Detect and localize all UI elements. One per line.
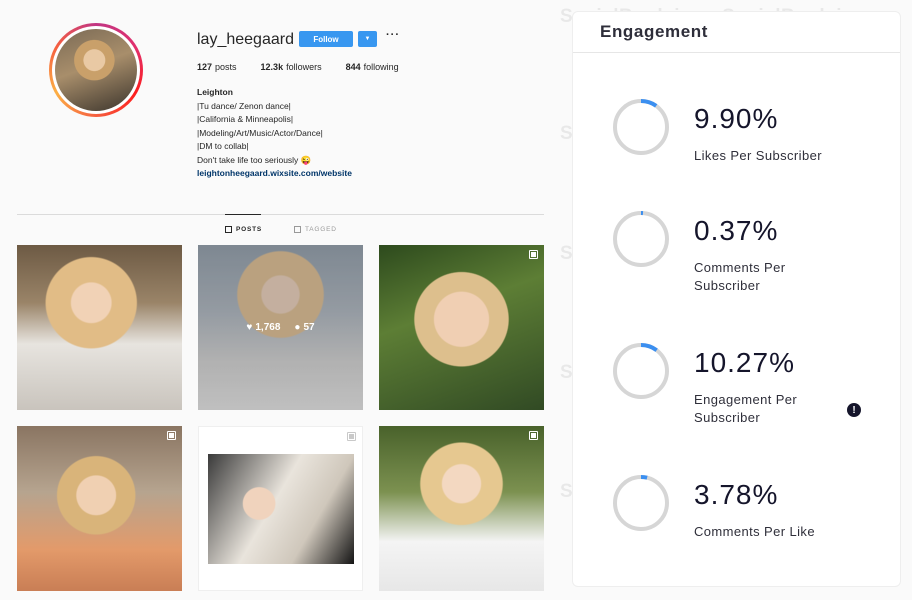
bio-line: |Modeling/Art/Music/Actor/Dance| [197, 127, 323, 138]
ring-track [613, 343, 669, 399]
ring-track [613, 475, 669, 531]
engagement-card: Engagement 9.90% Likes Per Subscriber 0.… [572, 11, 901, 587]
post-photo [208, 454, 354, 564]
progress-ring [612, 210, 670, 268]
grid-icon [225, 226, 232, 233]
tabs-divider [17, 214, 544, 215]
chevron-down-icon: ▼ [364, 36, 371, 42]
bio-line: |Tu dance/ Zenon dance| [197, 100, 291, 111]
following-stat[interactable]: 844 following [346, 62, 399, 72]
profile-bio: Leighton |Tu dance/ Zenon dance| |Califo… [197, 86, 352, 181]
bio-website-link[interactable]: leightonheegaard.wixsite.com/website [197, 167, 352, 181]
tab-tagged[interactable]: TAGGED [294, 226, 337, 233]
progress-ring [612, 342, 670, 400]
post-thumbnail[interactable]: ♥ 1,768 ● 57 [198, 245, 363, 410]
metric-label: Comments Per Like [694, 524, 815, 539]
likes-count: 1,768 [255, 322, 281, 333]
carousel-icon [347, 432, 356, 441]
bio-name: Leighton [197, 87, 233, 97]
metric-label: Comments Per Subscriber [694, 260, 786, 293]
suggestions-dropdown-button[interactable]: ▼ [358, 31, 377, 47]
bio-line: Don't take life too seriously 😜 [197, 154, 312, 165]
carousel-icon [529, 431, 538, 440]
metric-value: 10.27% [694, 347, 795, 378]
progress-ring [612, 98, 670, 156]
posts-stat: 127 posts [197, 62, 237, 72]
post-thumbnail[interactable] [379, 245, 544, 410]
instagram-profile: lay_heegaard Follow ▼ ··· 127 posts 12.3k… [0, 0, 560, 600]
post-hover-overlay: ♥ 1,768 ● 57 [198, 245, 363, 410]
engagement-title: Engagement [600, 22, 709, 41]
profile-stats: 127 posts 12.3k followers 844 following [197, 62, 399, 72]
metric-label: Likes Per Subscriber [694, 148, 822, 163]
metric-value: 0.37% [694, 215, 779, 246]
bio-line: |DM to collab| [197, 141, 249, 151]
ring-track [613, 99, 669, 155]
exclamation-info-icon[interactable]: ! [847, 403, 861, 417]
carousel-icon [167, 431, 176, 440]
comments-count: 57 [303, 322, 315, 333]
post-thumbnail[interactable] [198, 426, 363, 591]
post-thumbnail[interactable] [17, 426, 182, 591]
bio-line: |California & Minneapolis| [197, 114, 294, 124]
card-divider [573, 52, 900, 53]
tag-icon [294, 226, 301, 233]
more-options-icon[interactable]: ··· [386, 29, 400, 41]
comment-icon: ● [294, 322, 301, 333]
metric-value: 3.78% [694, 479, 779, 510]
active-tab-indicator [225, 214, 261, 215]
post-thumbnail[interactable] [17, 245, 182, 410]
heart-icon: ♥ [246, 322, 253, 333]
progress-ring [612, 474, 670, 532]
ring-track [613, 211, 669, 267]
metric-value: 9.90% [694, 103, 779, 134]
metric-label: Engagement Per Subscriber [694, 392, 798, 425]
avatar-photo [55, 29, 137, 111]
tab-posts[interactable]: POSTS [225, 226, 262, 233]
profile-username: lay_heegaard [197, 31, 294, 48]
follow-button[interactable]: Follow [299, 31, 353, 47]
avatar[interactable] [49, 23, 143, 117]
followers-stat[interactable]: 12.3k followers [261, 62, 322, 72]
carousel-icon [529, 250, 538, 259]
post-thumbnail[interactable] [379, 426, 544, 591]
